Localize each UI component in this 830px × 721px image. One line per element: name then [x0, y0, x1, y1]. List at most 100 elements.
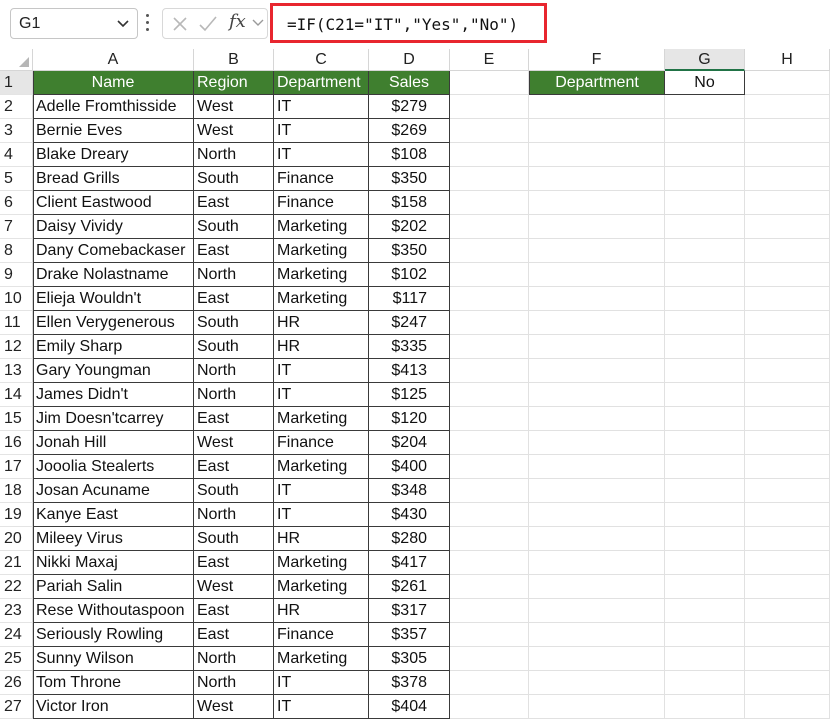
sales-cell[interactable]: $357: [369, 623, 450, 647]
row-header-27[interactable]: 27: [0, 695, 33, 719]
row-header-18[interactable]: 18: [0, 479, 33, 503]
row-header-21[interactable]: 21: [0, 551, 33, 575]
row-header-1[interactable]: 1: [0, 71, 33, 95]
department-cell[interactable]: Finance: [274, 431, 369, 455]
column-header-g[interactable]: G: [665, 49, 745, 71]
region-cell[interactable]: West: [194, 575, 274, 599]
name-cell[interactable]: Jim Doesn'tcarrey: [33, 407, 194, 431]
row-header-11[interactable]: 11: [0, 311, 33, 335]
row-header-14[interactable]: 14: [0, 383, 33, 407]
department-cell[interactable]: IT: [274, 95, 369, 119]
name-cell[interactable]: Daisy Vividy: [33, 215, 194, 239]
name-cell[interactable]: Bread Grills: [33, 167, 194, 191]
sales-cell[interactable]: $305: [369, 647, 450, 671]
row-header-20[interactable]: 20: [0, 527, 33, 551]
row-header-23[interactable]: 23: [0, 599, 33, 623]
name-cell[interactable]: Elieja Wouldn't: [33, 287, 194, 311]
sales-cell[interactable]: $247: [369, 311, 450, 335]
chevron-down-icon[interactable]: [115, 14, 131, 32]
department-cell[interactable]: Marketing: [274, 455, 369, 479]
region-cell[interactable]: North: [194, 503, 274, 527]
sales-cell[interactable]: $413: [369, 359, 450, 383]
department-cell[interactable]: Marketing: [274, 287, 369, 311]
checkmark-icon[interactable]: [197, 14, 219, 34]
name-cell[interactable]: Client Eastwood: [33, 191, 194, 215]
region-cell[interactable]: North: [194, 143, 274, 167]
row-header-4[interactable]: 4: [0, 143, 33, 167]
region-cell[interactable]: West: [194, 695, 274, 719]
sales-cell[interactable]: $279: [369, 95, 450, 119]
department-cell[interactable]: IT: [274, 143, 369, 167]
column-header-d[interactable]: D: [369, 49, 450, 71]
row-header-13[interactable]: 13: [0, 359, 33, 383]
region-cell[interactable]: East: [194, 191, 274, 215]
region-cell[interactable]: South: [194, 215, 274, 239]
sales-cell[interactable]: $348: [369, 479, 450, 503]
sales-cell[interactable]: $202: [369, 215, 450, 239]
region-cell[interactable]: East: [194, 407, 274, 431]
name-cell[interactable]: Emily Sharp: [33, 335, 194, 359]
table-header-department[interactable]: Department: [274, 71, 369, 95]
name-cell[interactable]: Sunny Wilson: [33, 647, 194, 671]
department-cell[interactable]: Marketing: [274, 239, 369, 263]
column-header-b[interactable]: B: [194, 49, 274, 71]
region-cell[interactable]: South: [194, 479, 274, 503]
row-header-19[interactable]: 19: [0, 503, 33, 527]
department-cell[interactable]: IT: [274, 119, 369, 143]
region-cell[interactable]: East: [194, 599, 274, 623]
row-header-22[interactable]: 22: [0, 575, 33, 599]
sales-cell[interactable]: $117: [369, 287, 450, 311]
sales-cell[interactable]: $378: [369, 671, 450, 695]
name-cell[interactable]: Rese Withoutaspoon: [33, 599, 194, 623]
name-cell[interactable]: Tom Throne: [33, 671, 194, 695]
region-cell[interactable]: South: [194, 311, 274, 335]
row-header-3[interactable]: 3: [0, 119, 33, 143]
name-cell[interactable]: Seriously Rowling: [33, 623, 194, 647]
select-all-button[interactable]: [0, 49, 33, 71]
column-header-e[interactable]: E: [450, 49, 529, 71]
department-cell[interactable]: IT: [274, 671, 369, 695]
name-cell[interactable]: Kanye East: [33, 503, 194, 527]
name-cell[interactable]: Dany Comebackaser: [33, 239, 194, 263]
sales-cell[interactable]: $350: [369, 167, 450, 191]
name-box-value[interactable]: G1: [19, 15, 40, 33]
name-cell[interactable]: Adelle Fromthisside: [33, 95, 194, 119]
department-cell[interactable]: IT: [274, 383, 369, 407]
row-header-9[interactable]: 9: [0, 263, 33, 287]
name-cell[interactable]: Victor Iron: [33, 695, 194, 719]
department-cell[interactable]: Marketing: [274, 215, 369, 239]
row-header-12[interactable]: 12: [0, 335, 33, 359]
region-cell[interactable]: North: [194, 263, 274, 287]
lookup-result-cell[interactable]: No: [665, 71, 745, 95]
column-header-f[interactable]: F: [529, 49, 665, 71]
name-cell[interactable]: Nikki Maxaj: [33, 551, 194, 575]
row-header-24[interactable]: 24: [0, 623, 33, 647]
table-header-region[interactable]: Region: [194, 71, 274, 95]
region-cell[interactable]: North: [194, 671, 274, 695]
row-header-7[interactable]: 7: [0, 215, 33, 239]
region-cell[interactable]: North: [194, 383, 274, 407]
department-cell[interactable]: IT: [274, 503, 369, 527]
department-cell[interactable]: HR: [274, 599, 369, 623]
chevron-down-icon[interactable]: [251, 17, 265, 29]
name-cell[interactable]: Ellen Verygenerous: [33, 311, 194, 335]
name-cell[interactable]: Gary Youngman: [33, 359, 194, 383]
region-cell[interactable]: East: [194, 287, 274, 311]
sales-cell[interactable]: $120: [369, 407, 450, 431]
row-header-25[interactable]: 25: [0, 647, 33, 671]
department-cell[interactable]: Marketing: [274, 551, 369, 575]
name-cell[interactable]: Jooolia Stealerts: [33, 455, 194, 479]
region-cell[interactable]: East: [194, 623, 274, 647]
sales-cell[interactable]: $417: [369, 551, 450, 575]
department-cell[interactable]: HR: [274, 527, 369, 551]
sales-cell[interactable]: $335: [369, 335, 450, 359]
sales-cell[interactable]: $350: [369, 239, 450, 263]
formula-input[interactable]: =IF(C21="IT","Yes","No"): [270, 3, 547, 43]
region-cell[interactable]: West: [194, 95, 274, 119]
row-header-15[interactable]: 15: [0, 407, 33, 431]
region-cell[interactable]: South: [194, 167, 274, 191]
sales-cell[interactable]: $125: [369, 383, 450, 407]
name-cell[interactable]: Josan Acuname: [33, 479, 194, 503]
lookup-label-cell[interactable]: Department: [529, 71, 665, 95]
column-header-h[interactable]: H: [745, 49, 830, 71]
